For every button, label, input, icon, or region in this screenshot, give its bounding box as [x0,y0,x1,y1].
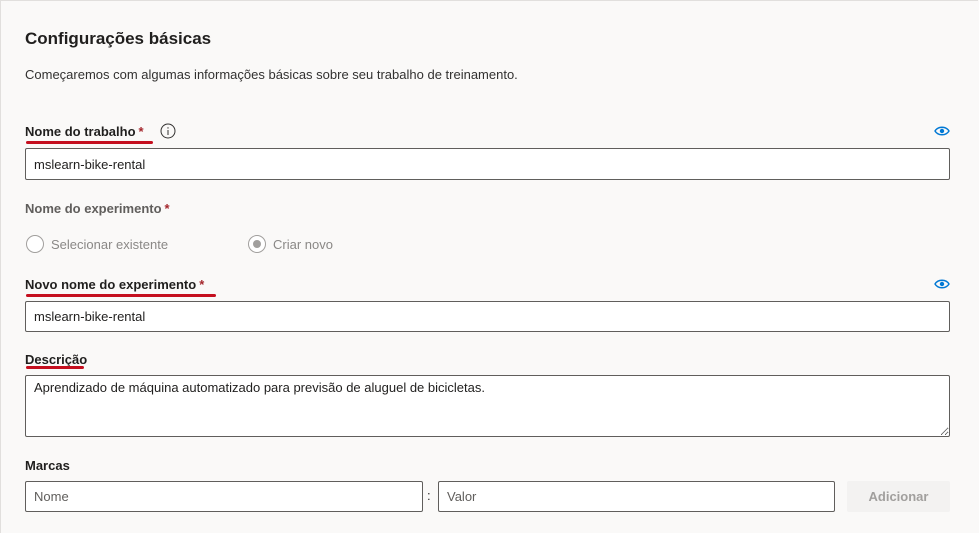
radio-create-new-label: Criar novo [273,237,333,252]
radio-create-new[interactable] [248,235,266,253]
required-asterisk: * [164,201,170,216]
tag-value-input[interactable] [438,481,835,512]
job-name-label: Nome do trabalho * [25,124,144,139]
add-tag-button[interactable]: Adicionar [847,481,950,512]
required-asterisk: * [199,277,205,292]
new-experiment-name-label-text: Novo nome do experimento [25,277,197,292]
section-description: Começaremos com algumas informações bási… [25,67,518,82]
job-name-label-text: Nome do trabalho [25,124,136,139]
description-textarea[interactable] [25,375,950,437]
experiment-name-label-text: Nome do experimento [25,201,162,216]
tags-label: Marcas [25,458,70,473]
radio-select-existing-label: Selecionar existente [51,237,169,252]
required-asterisk: * [138,124,144,139]
new-experiment-name-underline [26,294,216,297]
tag-separator: : [427,488,431,503]
eye-icon[interactable] [934,125,950,137]
section-title: Configurações básicas [25,29,212,48]
tag-name-input[interactable] [25,481,423,512]
radio-select-existing[interactable] [26,235,44,253]
description-underline [26,366,84,369]
info-icon[interactable] [160,123,176,139]
new-experiment-name-label: Novo nome do experimento * [25,277,204,292]
experiment-name-label: Nome do experimento * [25,201,170,216]
job-name-input[interactable] [25,148,950,180]
description-label: Descrição [25,352,88,367]
new-experiment-name-input[interactable] [25,301,950,332]
eye-icon[interactable] [934,278,950,290]
job-name-underline [26,141,153,144]
